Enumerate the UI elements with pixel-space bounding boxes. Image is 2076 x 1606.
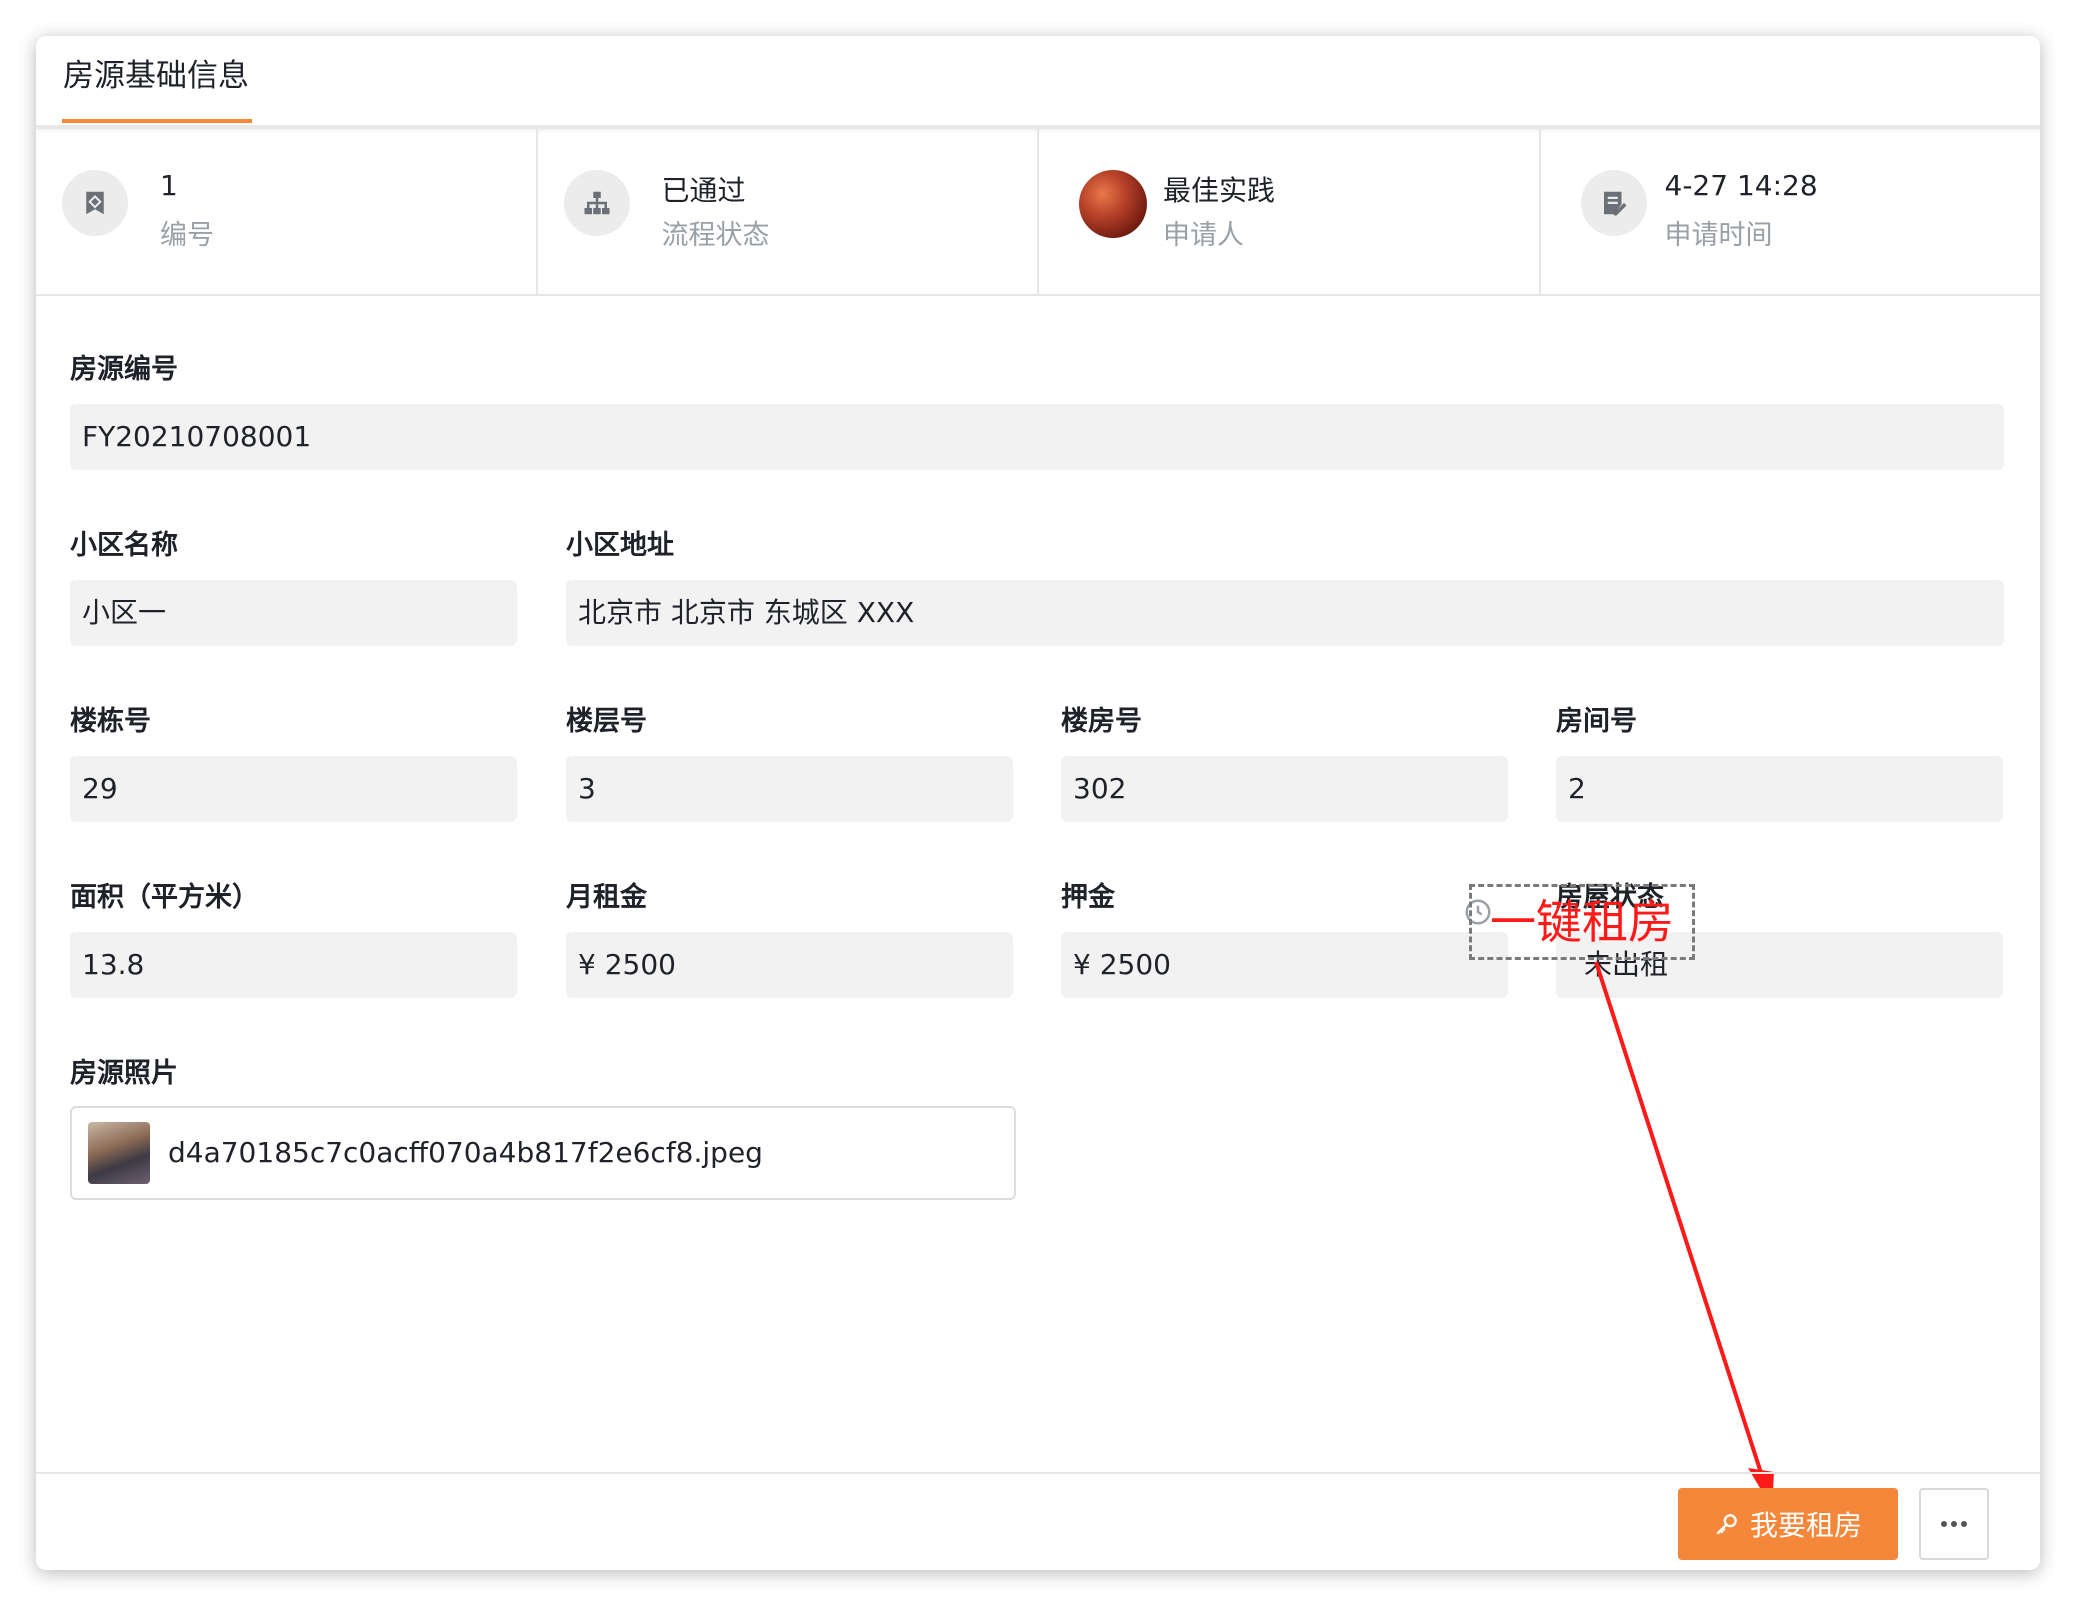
rent-button-label: 我要租房	[1749, 1509, 1862, 1542]
stat-value: 最佳实践	[1163, 174, 1276, 207]
area-label: 面积（平方米）	[70, 882, 259, 913]
community-name-field: 小区一	[70, 580, 517, 646]
detail-card: 房源基础信息 1 编号 已通过 流程状态 最佳实践 申请人 4-27 14:28…	[36, 36, 2040, 1570]
summary-stats: 1 编号 已通过 流程状态 最佳实践 申请人 4-27 14:28 申请时间	[36, 129, 2040, 296]
community-address-label: 小区地址	[566, 530, 674, 561]
area-field: 13.8	[70, 932, 517, 998]
room-no-field: 2	[1556, 756, 2003, 822]
rent-button[interactable]: 我要租房	[1678, 1488, 1898, 1560]
deposit-field: ¥ 2500	[1061, 932, 1508, 998]
photos-label: 房源照片	[70, 1058, 178, 1089]
room-no-label: 房间号	[1556, 706, 1637, 737]
photo-attachment[interactable]: d4a70185c7c0acff070a4b817f2e6cf8.jpeg	[70, 1106, 1016, 1200]
floor-no-label: 楼层号	[566, 706, 647, 737]
tab-bar: 房源基础信息	[36, 36, 2040, 129]
monthly-rent-field: ¥ 2500	[566, 932, 1013, 998]
stat-value: 已通过	[661, 174, 746, 207]
monthly-rent-label: 月租金	[566, 882, 647, 913]
annotation-label: 一键租房	[1469, 884, 1695, 960]
unit-no-label: 楼房号	[1061, 706, 1142, 737]
stat-applicant: 最佳实践 申请人	[1039, 129, 1541, 294]
stat-value: 4-27 14:28	[1664, 169, 1818, 202]
org-chart-icon	[563, 170, 630, 236]
stat-label: 编号	[160, 220, 214, 251]
stat-value: 1	[160, 169, 178, 202]
more-button[interactable]	[1919, 1488, 1989, 1560]
unit-no-field: 302	[1061, 756, 1508, 822]
stat-apply-time: 4-27 14:28 申请时间	[1541, 129, 2041, 294]
community-name-label: 小区名称	[70, 530, 178, 561]
building-no-label: 楼栋号	[70, 706, 151, 737]
listing-id-field: FY20210708001	[70, 404, 2004, 470]
avatar	[1079, 170, 1147, 238]
stat-number: 1 编号	[36, 129, 538, 294]
active-tab-indicator	[62, 119, 252, 123]
community-address-field: 北京市 北京市 东城区 XXX	[566, 580, 2004, 646]
footer-bar: 我要租房	[36, 1472, 2040, 1570]
floor-no-field: 3	[566, 756, 1013, 822]
key-icon	[1716, 1514, 1737, 1535]
stat-label: 申请人	[1163, 220, 1244, 251]
more-icon	[1941, 1521, 1967, 1527]
tab-basic-info[interactable]: 房源基础信息	[63, 50, 249, 95]
deposit-label: 押金	[1061, 882, 1115, 913]
listing-id-label: 房源编号	[70, 354, 178, 385]
building-no-field: 29	[70, 756, 517, 822]
stat-label: 申请时间	[1664, 220, 1773, 251]
edit-note-icon	[1580, 170, 1647, 236]
stat-process-status: 已通过 流程状态	[538, 129, 1039, 294]
photo-thumbnail[interactable]	[88, 1122, 150, 1184]
photo-file-name[interactable]: d4a70185c7c0acff070a4b817f2e6cf8.jpeg	[168, 1136, 763, 1169]
tag-icon	[62, 170, 128, 236]
stat-label: 流程状态	[661, 220, 770, 251]
